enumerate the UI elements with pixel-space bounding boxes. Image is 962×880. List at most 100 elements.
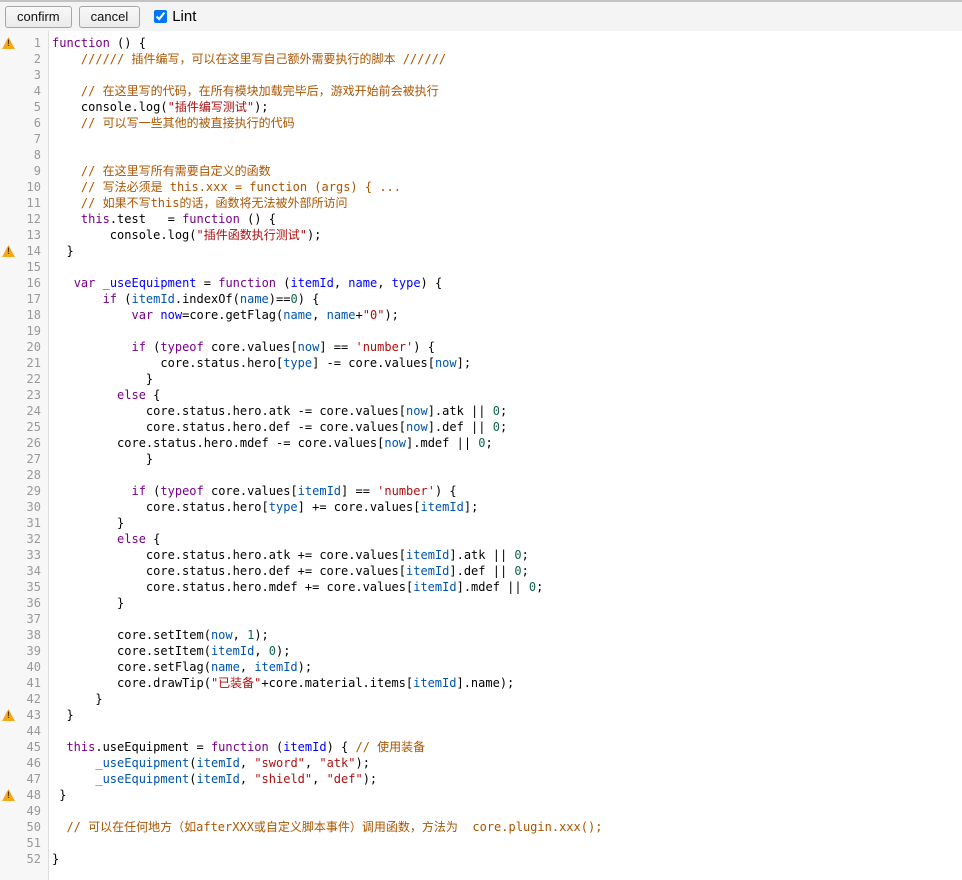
code-text[interactable]: var now=core.getFlag(name, name+"0"); (45, 307, 399, 323)
code-text[interactable]: this.test = function () { (45, 211, 276, 227)
code-line[interactable]: 18 var now=core.getFlag(name, name+"0"); (0, 307, 962, 323)
code-line[interactable]: 45 this.useEquipment = function (itemId)… (0, 739, 962, 755)
code-line[interactable]: 33 core.status.hero.atk += core.values[i… (0, 547, 962, 563)
code-text[interactable]: _useEquipment(itemId, "sword", "atk"); (45, 755, 370, 771)
code-line[interactable]: 8 (0, 147, 962, 163)
code-line[interactable]: !14 } (0, 243, 962, 259)
lint-toggle[interactable]: Lint (154, 8, 196, 25)
code-line[interactable]: 52} (0, 851, 962, 867)
code-text[interactable] (45, 835, 52, 851)
warning-icon[interactable]: ! (2, 709, 15, 721)
code-line[interactable]: 28 (0, 467, 962, 483)
cancel-button[interactable]: cancel (79, 6, 141, 28)
code-text[interactable] (45, 147, 52, 163)
code-text[interactable]: } (45, 707, 74, 723)
code-line[interactable]: 46 _useEquipment(itemId, "sword", "atk")… (0, 755, 962, 771)
code-text[interactable]: } (45, 451, 153, 467)
code-line[interactable]: 32 else { (0, 531, 962, 547)
code-text[interactable]: // 如果不写this的话，函数将无法被外部所访问 (45, 195, 347, 211)
code-line[interactable]: 3 (0, 67, 962, 83)
warning-icon[interactable]: ! (2, 245, 15, 257)
code-text[interactable]: core.setItem(itemId, 0); (45, 643, 290, 659)
code-line[interactable]: 39 core.setItem(itemId, 0); (0, 643, 962, 659)
code-line[interactable]: 6 // 可以写一些其他的被直接执行的代码 (0, 115, 962, 131)
code-text[interactable]: console.log("插件函数执行测试"); (45, 227, 321, 243)
code-text[interactable]: if (typeof core.values[now] == 'number')… (45, 339, 435, 355)
code-text[interactable]: if (typeof core.values[itemId] == 'numbe… (45, 483, 457, 499)
code-line[interactable]: 51 (0, 835, 962, 851)
code-line[interactable]: 27 } (0, 451, 962, 467)
code-line[interactable]: 11 // 如果不写this的话，函数将无法被外部所访问 (0, 195, 962, 211)
code-line[interactable]: 7 (0, 131, 962, 147)
code-line[interactable]: !43 } (0, 707, 962, 723)
code-text[interactable]: core.setFlag(name, itemId); (45, 659, 312, 675)
code-text[interactable]: if (itemId.indexOf(name)==0) { (45, 291, 319, 307)
code-line[interactable]: 22 } (0, 371, 962, 387)
code-text[interactable]: } (45, 243, 74, 259)
code-line[interactable]: 35 core.status.hero.mdef += core.values[… (0, 579, 962, 595)
code-line[interactable]: 20 if (typeof core.values[now] == 'numbe… (0, 339, 962, 355)
code-line[interactable]: 2 ////// 插件编写，可以在这里写自己额外需要执行的脚本 ////// (0, 51, 962, 67)
code-line[interactable]: 34 core.status.hero.def += core.values[i… (0, 563, 962, 579)
code-text[interactable]: // 可以写一些其他的被直接执行的代码 (45, 115, 295, 131)
code-line[interactable]: 16 var _useEquipment = function (itemId,… (0, 275, 962, 291)
code-text[interactable]: core.status.hero.def -= core.values[now]… (45, 419, 507, 435)
code-text[interactable] (45, 131, 52, 147)
code-line[interactable]: 9 // 在这里写所有需要自定义的函数 (0, 163, 962, 179)
code-text[interactable]: _useEquipment(itemId, "shield", "def"); (45, 771, 377, 787)
code-text[interactable]: } (45, 371, 153, 387)
code-text[interactable]: else { (45, 387, 160, 403)
code-line[interactable]: !1function () { (0, 35, 962, 51)
code-line[interactable]: 23 else { (0, 387, 962, 403)
code-text[interactable]: // 在这里写所有需要自定义的函数 (45, 163, 271, 179)
code-text[interactable]: ////// 插件编写，可以在这里写自己额外需要执行的脚本 ////// (45, 51, 446, 67)
code-text[interactable] (45, 803, 52, 819)
code-line[interactable]: 42 } (0, 691, 962, 707)
code-area[interactable]: !1function () {2 ////// 插件编写，可以在这里写自己额外需… (0, 31, 962, 867)
code-line[interactable]: 17 if (itemId.indexOf(name)==0) { (0, 291, 962, 307)
code-line[interactable]: 21 core.status.hero[type] -= core.values… (0, 355, 962, 371)
lint-checkbox[interactable] (154, 10, 167, 23)
code-text[interactable]: this.useEquipment = function (itemId) { … (45, 739, 425, 755)
confirm-button[interactable]: confirm (5, 6, 72, 28)
warning-icon[interactable]: ! (2, 789, 15, 801)
code-line[interactable]: !48 } (0, 787, 962, 803)
code-line[interactable]: 13 console.log("插件函数执行测试"); (0, 227, 962, 243)
code-text[interactable]: } (45, 691, 103, 707)
code-text[interactable]: console.log("插件编写测试"); (45, 99, 269, 115)
code-text[interactable]: } (45, 851, 59, 867)
code-line[interactable]: 15 (0, 259, 962, 275)
code-line[interactable]: 38 core.setItem(now, 1); (0, 627, 962, 643)
code-line[interactable]: 37 (0, 611, 962, 627)
code-text[interactable]: core.setItem(now, 1); (45, 627, 269, 643)
warning-icon[interactable]: ! (2, 37, 15, 49)
code-text[interactable]: function () { (45, 35, 146, 51)
code-text[interactable]: } (45, 787, 66, 803)
code-line[interactable]: 30 core.status.hero[type] += core.values… (0, 499, 962, 515)
code-line[interactable]: 47 _useEquipment(itemId, "shield", "def"… (0, 771, 962, 787)
code-line[interactable]: 44 (0, 723, 962, 739)
code-text[interactable]: } (45, 595, 124, 611)
code-text[interactable]: // 写法必须是 this.xxx = function (args) { ..… (45, 179, 401, 195)
code-text[interactable]: core.status.hero[type] += core.values[it… (45, 499, 478, 515)
code-line[interactable]: 40 core.setFlag(name, itemId); (0, 659, 962, 675)
code-text[interactable]: } (45, 515, 124, 531)
code-line[interactable]: 12 this.test = function () { (0, 211, 962, 227)
code-line[interactable]: 41 core.drawTip("已装备"+core.material.item… (0, 675, 962, 691)
code-text[interactable] (45, 323, 52, 339)
code-text[interactable]: core.drawTip("已装备"+core.material.items[i… (45, 675, 514, 691)
code-line[interactable]: 49 (0, 803, 962, 819)
code-line[interactable]: 25 core.status.hero.def -= core.values[n… (0, 419, 962, 435)
code-text[interactable] (45, 611, 52, 627)
code-line[interactable]: 19 (0, 323, 962, 339)
code-editor[interactable]: !1function () {2 ////// 插件编写，可以在这里写自己额外需… (0, 31, 962, 880)
code-line[interactable]: 50 // 可以在任何地方（如afterXXX或自定义脚本事件）调用函数，方法为… (0, 819, 962, 835)
code-line[interactable]: 26 core.status.hero.mdef -= core.values[… (0, 435, 962, 451)
code-text[interactable] (45, 67, 52, 83)
code-text[interactable] (45, 723, 52, 739)
code-line[interactable]: 31 } (0, 515, 962, 531)
code-text[interactable]: core.status.hero.mdef -= core.values[now… (45, 435, 493, 451)
code-text[interactable]: // 可以在任何地方（如afterXXX或自定义脚本事件）调用函数，方法为 co… (45, 819, 602, 835)
code-text[interactable]: core.status.hero.def += core.values[item… (45, 563, 529, 579)
code-text[interactable] (45, 259, 52, 275)
